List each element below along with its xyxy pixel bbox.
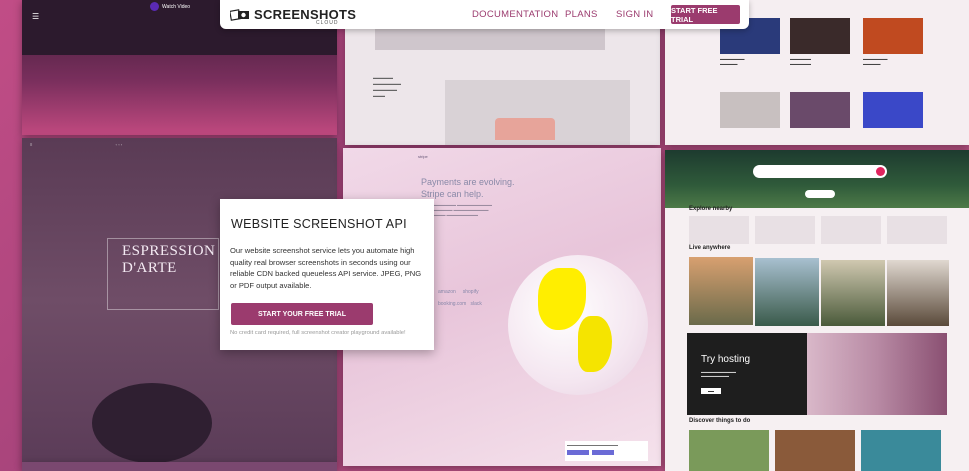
menu-icon: ☰	[32, 12, 40, 21]
play-icon	[150, 2, 159, 11]
stripe-headline: Payments are evolving. Stripe can help.	[421, 177, 515, 199]
top-navigation: SCREENSHOTS CLOUD DOCUMENTATION PLANS SI…	[220, 0, 749, 29]
tile-nav: ≡ ◦ ◦ ◦	[30, 142, 123, 147]
live-anywhere-heading: Live anywhere	[689, 245, 731, 251]
nearby-list	[689, 216, 749, 244]
nav-sign-in[interactable]: SIGN IN	[616, 9, 653, 20]
logo-text: SCREENSHOTS	[254, 7, 357, 22]
decorative-shape	[92, 383, 212, 463]
preview-tile-airbnb: Explore nearby Live anywhere Try hosting…	[665, 150, 969, 471]
flexible-button	[805, 190, 835, 198]
activity-image	[689, 430, 769, 471]
airbnb-hero	[665, 150, 969, 208]
search-icon	[876, 167, 885, 176]
video-thumbnail	[790, 18, 850, 54]
video-caption: ▬▬▬▬▬▬▬▬▬▬▬▬	[863, 57, 888, 66]
preview-tile-bottom	[22, 462, 337, 471]
try-hosting-card: Try hosting ▬▬▬▬▬▬▬▬▬▬ ▬▬▬▬▬▬▬▬ ▬▬	[687, 333, 807, 415]
video-caption: ▬▬▬▬▬▬▬▬▬▬▬▬	[720, 57, 745, 66]
lake-house-image	[755, 258, 819, 326]
video-thumbnail	[720, 92, 780, 128]
hero-title: WEBSITE SCREENSHOT API	[231, 217, 407, 231]
nav-documentation[interactable]: DOCUMENTATION	[472, 9, 558, 20]
house-image	[821, 260, 885, 326]
watch-video-label: Watch Video	[162, 3, 191, 10]
start-free-trial-button[interactable]: START FREE TRIAL	[671, 5, 740, 24]
learn-more-button: ▬▬	[701, 388, 721, 394]
hero-card: WEBSITE SCREENSHOT API Our website scree…	[220, 199, 434, 350]
espressione-title: ESPRESSION D'ARTE	[122, 243, 216, 276]
start-your-free-trial-button[interactable]: START YOUR FREE TRIAL	[231, 303, 373, 325]
hero-description: Our website screenshot service lets you …	[230, 246, 422, 290]
stripe-customer-logos: amazon shopify booking.com slack	[438, 289, 482, 307]
nearby-list	[887, 216, 947, 244]
dog-image	[887, 260, 949, 326]
nearby-list	[755, 216, 815, 244]
watch-video-button: Watch Video	[150, 2, 190, 11]
logo-subtext: CLOUD	[316, 20, 339, 26]
discover-heading: Discover things to do	[689, 418, 751, 424]
try-hosting-text: ▬▬▬▬▬▬▬▬▬▬ ▬▬▬▬▬▬▬▬	[701, 370, 736, 378]
try-hosting-title: Try hosting	[701, 354, 751, 365]
cabin-image	[689, 257, 753, 325]
tile-text-block: ▬▬▬▬▬ ▬▬▬▬▬▬▬ ▬▬▬▬▬▬ ▬▬▬	[373, 75, 401, 98]
activity-image	[861, 430, 941, 471]
hero-note: No credit card required, full screenshot…	[230, 330, 406, 336]
video-thumbnail	[863, 92, 923, 128]
sofa-image	[495, 118, 555, 140]
stripe-nav: stripe	[418, 154, 428, 159]
nav-plans[interactable]: PLANS	[565, 9, 598, 20]
tile-header-image	[375, 28, 605, 50]
nearby-list	[821, 216, 881, 244]
activity-image	[775, 430, 855, 471]
host-photo	[807, 333, 947, 415]
video-thumbnail	[790, 92, 850, 128]
cookie-banner: ▬▬▬▬▬▬▬▬▬▬▬▬▬▬▬▬▬	[565, 441, 648, 461]
video-caption: ▬▬▬▬▬▬▬▬▬▬▬▬	[790, 57, 811, 66]
explore-nearby-heading: Explore nearby	[689, 206, 733, 212]
airbnb-search-bar	[753, 165, 887, 178]
video-thumbnail	[863, 18, 923, 54]
camera-logo-icon	[230, 8, 249, 21]
